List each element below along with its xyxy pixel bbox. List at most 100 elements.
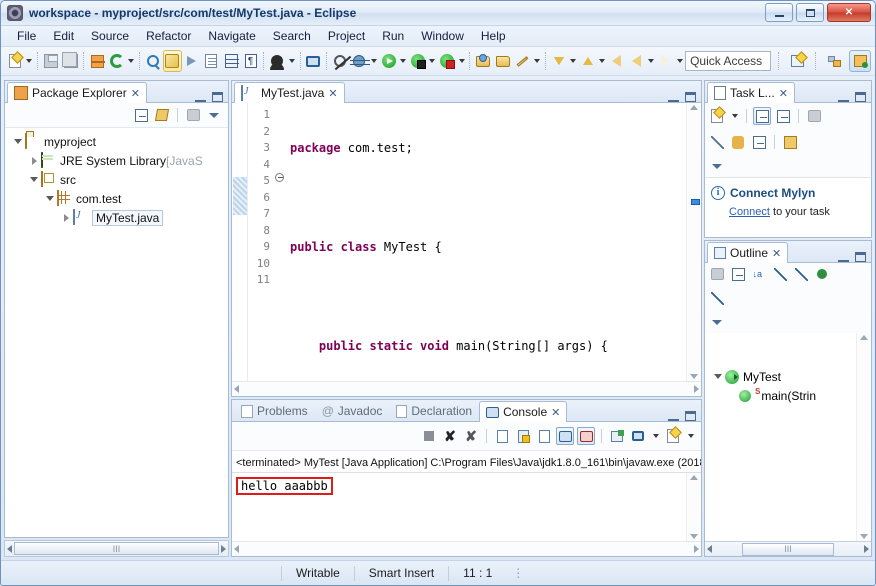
menu-search[interactable]: Search (265, 27, 319, 45)
outline-collapse-all-button[interactable] (729, 265, 747, 283)
link-with-editor-button[interactable] (153, 106, 171, 124)
scroll-left-icon[interactable] (234, 385, 239, 393)
twisty-collapsed-icon[interactable] (59, 213, 73, 222)
minimize-view-icon[interactable] (838, 253, 849, 262)
maximize-button[interactable] (796, 3, 824, 22)
scroll-right-icon[interactable] (694, 545, 699, 553)
new-package-button[interactable] (87, 50, 107, 72)
console-vscrollbar[interactable] (686, 473, 701, 541)
menu-window[interactable]: Window (413, 27, 472, 45)
new-task-dropdown[interactable] (729, 105, 740, 127)
minimize-view-icon[interactable] (838, 93, 849, 102)
close-button[interactable]: ✕ (827, 3, 871, 22)
sort-button[interactable]: ↓a (750, 265, 768, 283)
maximize-view-icon[interactable] (855, 252, 866, 262)
debug-button[interactable] (350, 50, 371, 72)
scroll-up-icon[interactable] (860, 335, 868, 340)
twisty-expanded-icon[interactable] (11, 139, 25, 144)
collapse-all-button[interactable] (750, 133, 768, 151)
close-icon[interactable]: ✕ (779, 87, 788, 100)
editor-vscrollbar[interactable] (686, 103, 701, 381)
step-up-dropdown[interactable] (597, 50, 607, 72)
menu-project[interactable]: Project (320, 27, 373, 45)
new-wizard-button[interactable] (5, 50, 25, 72)
scroll-right-icon[interactable] (864, 545, 869, 553)
run-external-button[interactable] (408, 50, 428, 72)
close-icon[interactable]: ✕ (772, 247, 781, 260)
task-view-menu-button[interactable] (708, 157, 726, 175)
console-hscrollbar[interactable] (232, 541, 701, 556)
coverage-button[interactable] (437, 50, 457, 72)
menu-file[interactable]: File (9, 27, 44, 45)
coverage-dropdown[interactable] (457, 50, 467, 72)
forward-button[interactable] (627, 50, 647, 72)
back-button[interactable] (607, 50, 627, 72)
menu-source[interactable]: Source (83, 27, 137, 45)
menu-run[interactable]: Run (374, 27, 412, 45)
editor-body[interactable]: 1 2 3 4 5 6 7 8 9 10 11 package com.test… (232, 103, 701, 381)
tab-console[interactable]: Console ✕ (479, 401, 568, 422)
maximize-view-icon[interactable] (855, 92, 866, 102)
scroll-up-icon[interactable] (690, 105, 698, 110)
remove-all-launches-button[interactable]: ✘ (462, 427, 480, 445)
debug-dropdown[interactable] (369, 50, 379, 72)
outline-item-main-method[interactable]: S main(Strin (705, 386, 856, 405)
outline-view-menu-button[interactable] (708, 313, 726, 331)
profile-button[interactable] (267, 50, 287, 72)
scroll-lock-button[interactable] (514, 427, 532, 445)
word-wrap-button[interactable] (535, 427, 553, 445)
tree-node-src[interactable]: src (11, 170, 228, 189)
close-icon[interactable]: ✕ (551, 406, 560, 419)
maximize-view-icon[interactable] (212, 92, 223, 102)
scroll-thumb[interactable]: III (742, 542, 834, 556)
clear-console-button[interactable] (493, 427, 511, 445)
profile-dropdown[interactable] (287, 50, 297, 72)
scroll-down-icon[interactable] (690, 534, 698, 539)
remove-launch-button[interactable]: ✘ (441, 427, 459, 445)
focus-button[interactable] (805, 107, 823, 125)
task-list-body[interactable]: i Connect Mylyn Connect to your task (705, 177, 871, 237)
hide-fields-button[interactable] (771, 265, 789, 283)
maximize-view-icon[interactable] (685, 92, 696, 102)
run-dropdown[interactable] (398, 50, 408, 72)
new-task-button[interactable] (708, 107, 726, 125)
wand-button[interactable] (513, 50, 533, 72)
menu-refactor[interactable]: Refactor (138, 27, 199, 45)
show-console-on-error-button[interactable] (577, 427, 595, 445)
connect-link[interactable]: Connect (729, 206, 770, 218)
scroll-right-icon[interactable] (694, 385, 699, 393)
twisty-expanded-icon[interactable] (43, 196, 57, 201)
minimize-button[interactable] (765, 3, 793, 22)
open-folder2-button[interactable] (493, 50, 513, 72)
skip-breakpoints-button[interactable] (330, 50, 350, 72)
refresh-dropdown[interactable] (126, 50, 136, 72)
package-explorer-hscrollbar[interactable]: III (4, 540, 229, 557)
collapse-all-button[interactable] (132, 106, 150, 124)
step-down-dropdown[interactable] (568, 50, 578, 72)
tree-node-com-test[interactable]: com.test (11, 189, 228, 208)
close-icon[interactable]: ✕ (328, 87, 337, 100)
save-all-button[interactable] (61, 50, 81, 72)
scroll-down-icon[interactable] (690, 374, 698, 379)
filter-button[interactable] (708, 133, 726, 151)
terminate-button[interactable] (420, 427, 438, 445)
quick-access-input[interactable]: Quick Access (685, 51, 772, 71)
outline-body[interactable]: MyTest S main(Strin (705, 333, 871, 541)
menu-help[interactable]: Help (473, 27, 514, 45)
display-selected-console-button[interactable] (629, 427, 647, 445)
outline-focus-button[interactable] (708, 265, 726, 283)
minimize-view-icon[interactable] (195, 93, 206, 102)
show-people-button[interactable] (729, 133, 747, 151)
overview-ruler-marker[interactable] (691, 199, 700, 205)
minimize-view-icon[interactable] (668, 412, 679, 421)
tab-mytest-java[interactable]: MyTest.java ✕ (234, 82, 345, 103)
editor-code-area[interactable]: package com.test; public class MyTest { … (286, 103, 686, 381)
step-down-button[interactable] (549, 50, 569, 72)
save-button[interactable] (41, 50, 61, 72)
show-console-on-output-button[interactable] (556, 427, 574, 445)
editor-marker-bar[interactable] (232, 103, 248, 381)
maximize-view-icon[interactable] (685, 411, 696, 421)
perspective-resource-button[interactable] (823, 50, 845, 72)
outline-item-mytest[interactable]: MyTest (705, 367, 856, 386)
open-folder-button[interactable] (473, 50, 493, 72)
